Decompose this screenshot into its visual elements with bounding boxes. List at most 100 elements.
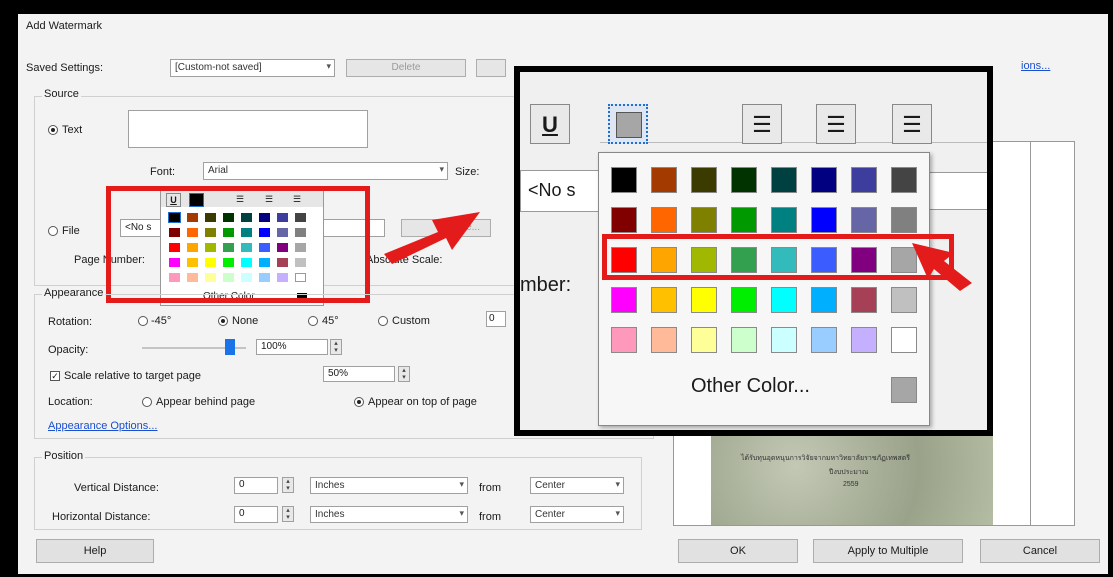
appearance-options-link[interactable]: Appearance Options... — [48, 420, 157, 432]
text-radio[interactable] — [48, 125, 58, 135]
opacity-slider-thumb[interactable] — [225, 339, 235, 355]
color-swatch[interactable] — [651, 327, 677, 353]
horizontal-distance-stepper[interactable]: ▴ ▾ — [282, 506, 294, 522]
horizontal-units-select[interactable]: Inches ▾ — [310, 506, 468, 523]
font-select[interactable]: Arial ▾ — [203, 162, 448, 180]
rotation-none-radio[interactable] — [218, 316, 228, 326]
chevron-down-icon: ▾ — [459, 508, 464, 518]
rotation-custom-label: Custom — [392, 315, 430, 327]
appear-on-top-radio[interactable] — [354, 397, 364, 407]
chevron-down-icon: ▾ — [439, 164, 444, 174]
zoom-text-color-button[interactable] — [608, 104, 648, 144]
horizontal-distance-label: Horizontal Distance: — [52, 511, 151, 523]
color-swatch[interactable] — [731, 167, 757, 193]
opacity-label: Opacity: — [48, 344, 89, 356]
color-swatch[interactable] — [691, 287, 717, 313]
file-radio[interactable] — [48, 226, 58, 236]
color-swatch[interactable] — [731, 327, 757, 353]
vertical-from-label: from — [479, 482, 501, 494]
appear-behind-radio[interactable] — [142, 397, 152, 407]
cancel-button[interactable]: Cancel — [980, 539, 1100, 563]
zoom-other-color-swatch — [891, 377, 917, 403]
scale-value: 50% — [328, 368, 349, 379]
rotation-45-radio[interactable] — [308, 316, 318, 326]
file-radio-label: File — [62, 225, 80, 237]
horizontal-anchor-value: Center — [535, 509, 566, 520]
color-swatch[interactable] — [771, 207, 797, 233]
pointer-arrow-icon — [912, 243, 972, 291]
help-button[interactable]: Help — [36, 539, 154, 563]
opacity-stepper[interactable]: ▴ ▾ — [330, 339, 342, 355]
zoom-underline-icon[interactable]: U — [530, 104, 570, 144]
color-swatch[interactable] — [851, 207, 877, 233]
doc-line-1: ได้รับทุนอุดหนุนการวิจัยจากมหาวิทยาลัยรา… — [741, 455, 911, 462]
color-swatch[interactable] — [691, 167, 717, 193]
delete-settings-button[interactable]: Delete — [346, 59, 466, 77]
color-swatch[interactable] — [611, 207, 637, 233]
color-swatch[interactable] — [611, 327, 637, 353]
callout-arrow-icon — [384, 212, 480, 264]
rotation-custom-radio[interactable] — [378, 316, 388, 326]
color-swatch[interactable] — [731, 287, 757, 313]
scale-input[interactable]: 50% — [323, 366, 395, 382]
custom-rotation-input[interactable]: 0 — [486, 311, 506, 327]
scale-relative-checkbox[interactable]: ✓ — [50, 371, 60, 381]
color-swatch[interactable] — [811, 167, 837, 193]
appear-on-top-label: Appear on top of page — [368, 396, 477, 408]
zoom-file-fragment: <No s — [528, 180, 576, 200]
vertical-distance-stepper[interactable]: ▴ ▾ — [282, 477, 294, 493]
vertical-anchor-select[interactable]: Center ▾ — [530, 477, 624, 494]
color-swatch[interactable] — [611, 167, 637, 193]
vertical-units-select[interactable]: Inches ▾ — [310, 477, 468, 494]
saved-settings-value: [Custom-not saved] — [175, 62, 262, 73]
chevron-down-icon: ▾ — [326, 61, 331, 71]
color-swatch[interactable] — [851, 327, 877, 353]
vertical-distance-value: 0 — [239, 479, 245, 490]
color-swatch[interactable] — [731, 207, 757, 233]
zoom-highlight-row — [602, 234, 954, 280]
appear-behind-label: Appear behind page — [156, 396, 256, 408]
color-swatch[interactable] — [811, 327, 837, 353]
saved-settings-select[interactable]: [Custom-not saved] ▾ — [170, 59, 335, 77]
save-settings-button[interactable] — [476, 59, 506, 77]
color-swatch[interactable] — [651, 167, 677, 193]
color-swatch[interactable] — [651, 287, 677, 313]
zoom-align-right-icon[interactable]: ☰ — [892, 104, 932, 144]
vertical-units-value: Inches — [315, 480, 345, 491]
document-preview-image: ได้รับทุนอุดหนุนการวิจัยจากมหาวิทยาลัยรา… — [711, 427, 993, 525]
vertical-distance-input[interactable]: 0 — [234, 477, 278, 494]
apply-to-multiple-button[interactable]: Apply to Multiple — [813, 539, 963, 563]
color-swatch[interactable] — [811, 207, 837, 233]
ok-button[interactable]: OK — [678, 539, 798, 563]
color-swatch[interactable] — [891, 327, 917, 353]
color-swatch[interactable] — [811, 287, 837, 313]
rotation-minus45-label: -45° — [151, 315, 172, 327]
horizontal-anchor-select[interactable]: Center ▾ — [530, 506, 624, 523]
color-swatch[interactable] — [891, 207, 917, 233]
color-swatch[interactable] — [611, 287, 637, 313]
horizontal-distance-input[interactable]: 0 — [234, 506, 278, 523]
page-display-options-link[interactable]: ions... — [1021, 60, 1050, 72]
watermark-text-input[interactable] — [128, 110, 368, 148]
zoom-other-color-label[interactable]: Other Color... — [691, 375, 810, 398]
color-swatch[interactable] — [651, 207, 677, 233]
opacity-value: 100% — [261, 341, 287, 352]
color-swatch[interactable] — [691, 327, 717, 353]
color-swatch[interactable] — [891, 167, 917, 193]
color-swatch[interactable] — [771, 287, 797, 313]
color-swatch[interactable] — [851, 167, 877, 193]
add-watermark-dialog: Add Watermark Saved Settings: [Custom-no… — [18, 14, 1108, 574]
color-swatch[interactable] — [691, 207, 717, 233]
color-swatch[interactable] — [771, 327, 797, 353]
color-swatch[interactable] — [771, 167, 797, 193]
font-value: Arial — [208, 165, 229, 176]
zoom-align-left-icon[interactable]: ☰ — [742, 104, 782, 144]
opacity-input[interactable]: 100% — [256, 339, 328, 355]
scale-relative-label: Scale relative to target page — [64, 370, 201, 382]
scale-stepper[interactable]: ▴ ▾ — [398, 366, 410, 382]
rotation-minus45-radio[interactable] — [138, 316, 148, 326]
dialog-title: Add Watermark — [26, 20, 103, 32]
color-swatch[interactable] — [851, 287, 877, 313]
zoom-align-center-icon[interactable]: ☰ — [816, 104, 856, 144]
zoom-page-number-fragment: mber: — [520, 274, 572, 296]
